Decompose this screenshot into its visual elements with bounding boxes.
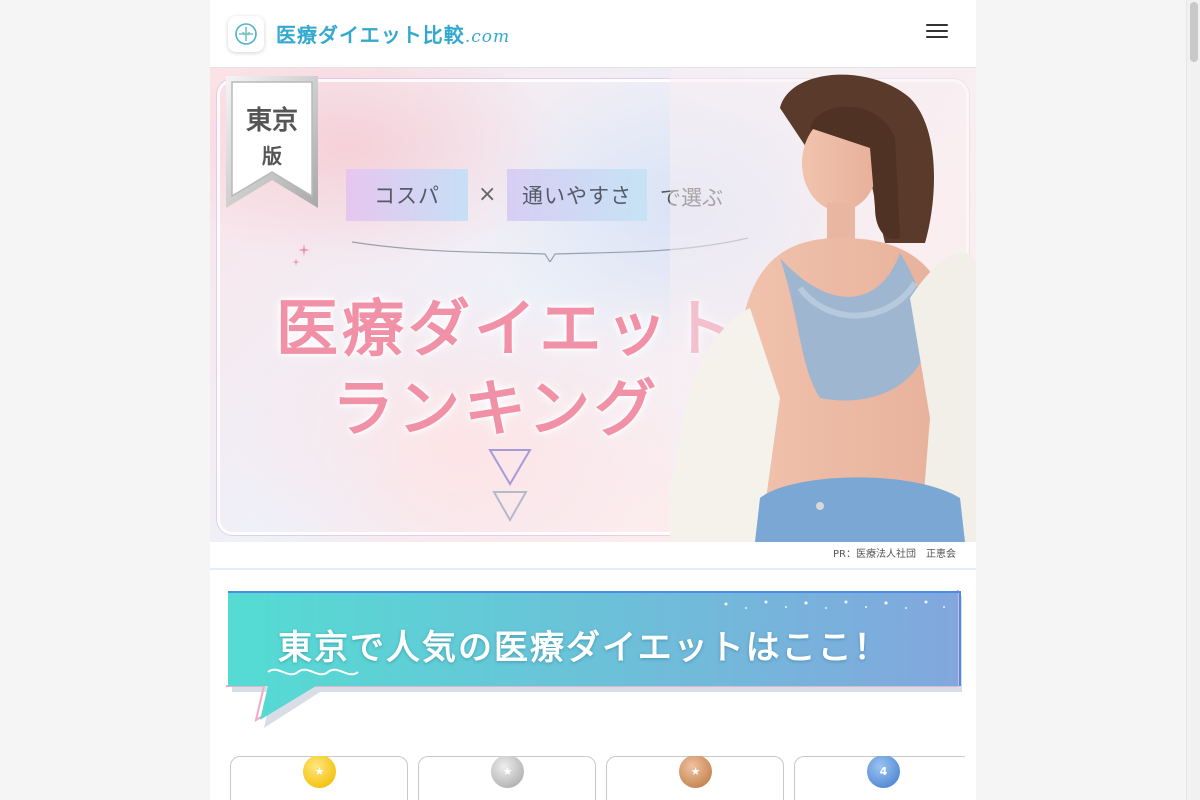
ranking-card-1[interactable]: ★: [230, 756, 408, 800]
logo-title: 医療ダイエット比較.com: [276, 19, 510, 48]
pr-disclosure: PR：医療法人社団 正恵会: [210, 542, 976, 570]
woman-model-photo: [670, 68, 976, 542]
page: 医療ダイエット比較.com 東京 版 コスパ × 通いやすさ で選ぶ: [210, 0, 976, 800]
tag-cost-performance: コスパ: [346, 169, 468, 221]
down-triangles-icon: [488, 449, 532, 523]
silver-crown-medal-icon: ★: [491, 756, 524, 788]
hero-title-line1: 医療ダイエット: [276, 292, 738, 365]
page-scrollbar[interactable]: [1186, 0, 1200, 800]
scrollbar-thumb[interactable]: [1190, 2, 1198, 62]
hamburger-menu-icon[interactable]: [926, 22, 948, 40]
ranking-cards: ★ ★ ★ 4: [230, 756, 965, 800]
section-heading-banner: 東京で人気の医療ダイエットはここ！: [226, 590, 962, 730]
tag-accessibility: 通いやすさ: [507, 169, 647, 221]
sparkle-small-icon: [292, 258, 300, 266]
logo-main-text: 医療ダイエット比較: [276, 23, 465, 47]
ribbon-edition: 版: [262, 144, 282, 168]
ranking-card-3[interactable]: ★: [606, 756, 784, 800]
ranking-card-2[interactable]: ★: [418, 756, 596, 800]
logo-domain-text: .com: [464, 27, 511, 47]
site-header: 医療ダイエット比較.com: [210, 0, 976, 68]
hero-banner[interactable]: 東京 版 コスパ × 通いやすさ で選ぶ 医療ダイエット ランキング: [210, 68, 976, 542]
leaf-circle-icon: [228, 15, 264, 52]
ribbon-tokyo: 東京: [245, 106, 298, 136]
site-logo[interactable]: 医療ダイエット比較.com: [228, 15, 510, 52]
rank-4-label: 4: [879, 765, 888, 778]
blue-rank-medal-icon: 4: [867, 756, 900, 788]
sparkle-icon: [298, 244, 310, 256]
times-symbol: ×: [478, 182, 497, 207]
gold-crown-medal-icon: ★: [303, 756, 336, 788]
hero-title-line2: ランキング: [332, 372, 661, 445]
region-ribbon: 東京 版: [226, 76, 318, 208]
bronze-crown-medal-icon: ★: [679, 756, 712, 788]
section-heading-text: 東京で人気の医療ダイエットはここ！: [278, 628, 890, 668]
ranking-card-4[interactable]: 4: [794, 756, 965, 800]
